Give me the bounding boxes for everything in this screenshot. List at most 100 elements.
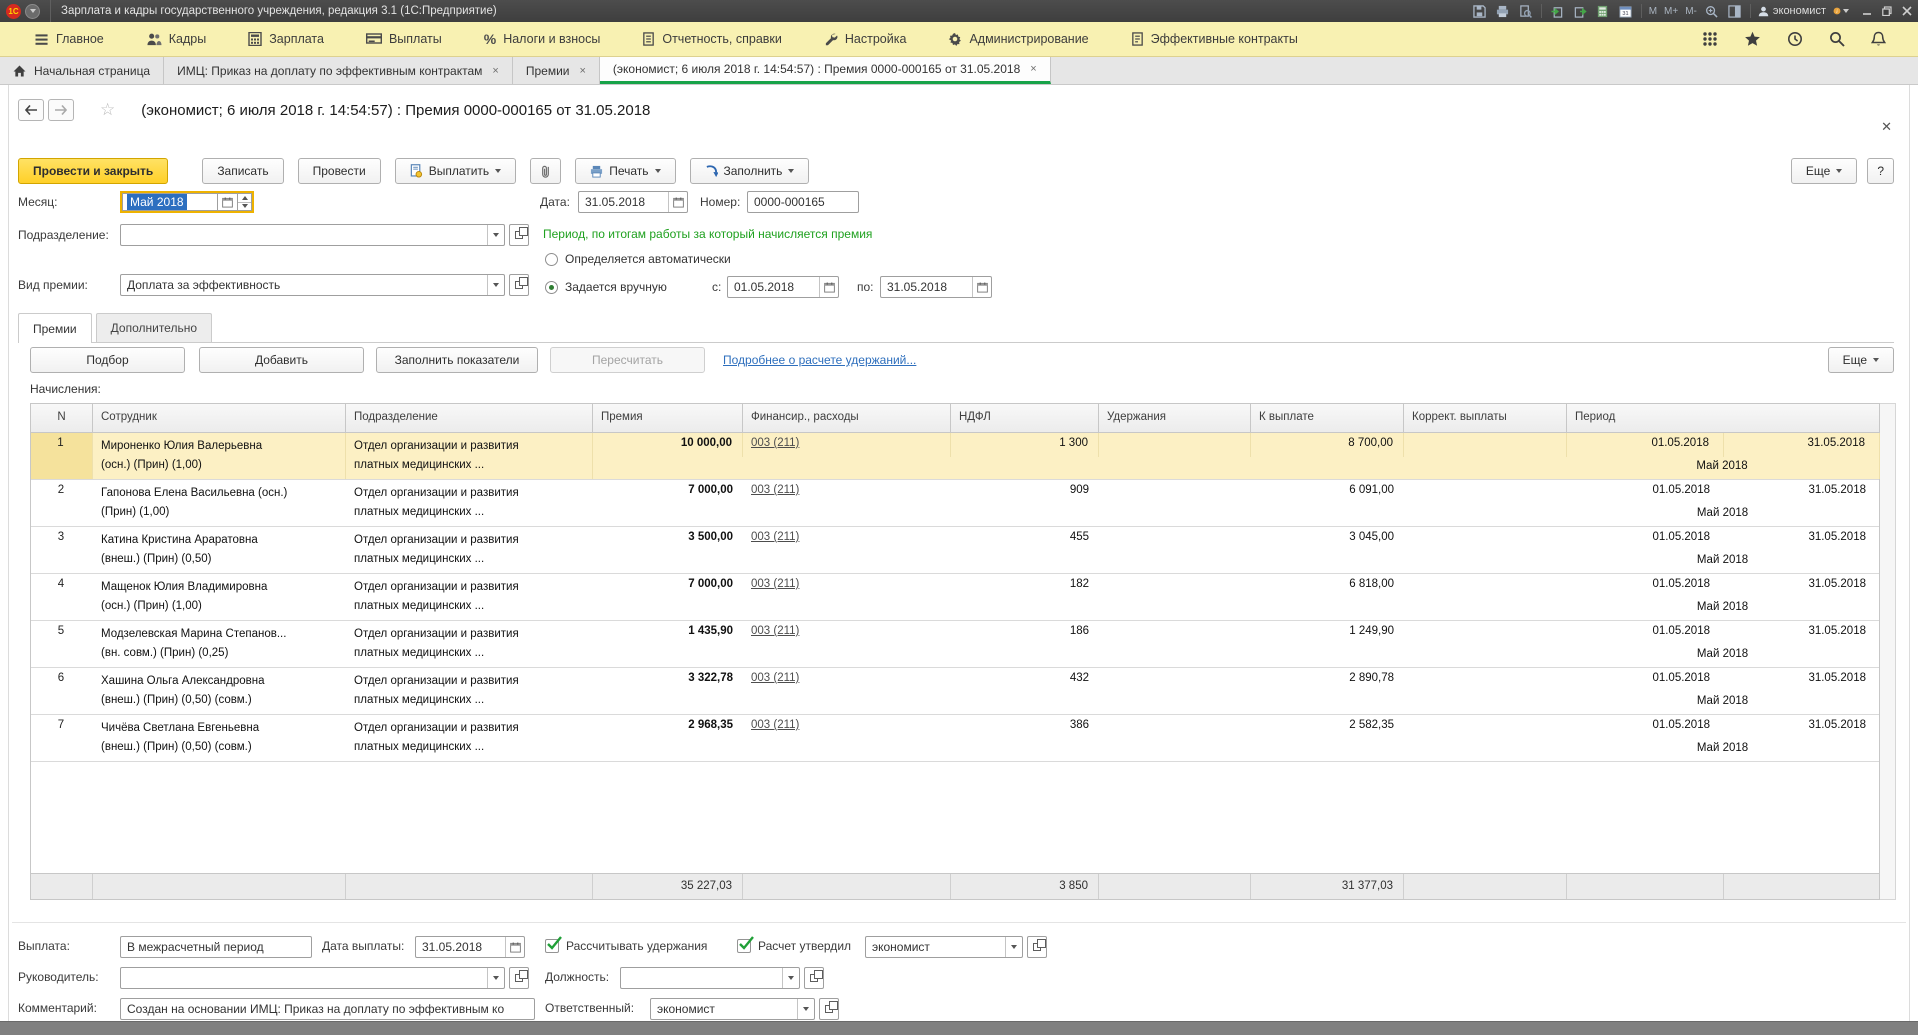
column-header-financing[interactable]: Финансир., расходы [743, 404, 951, 432]
calc-deductions-checkbox[interactable] [545, 939, 559, 953]
cell-period-from[interactable]: 01.05.2018 [1567, 668, 1724, 692]
date-calendar-icon[interactable] [668, 192, 687, 212]
tab-premium-document[interactable]: (экономист; 6 июля 2018 г. 14:54:57) : П… [600, 57, 1051, 84]
financing-link[interactable]: 003 (211) [751, 484, 799, 496]
memory-minus-button[interactable]: M- [1685, 6, 1697, 17]
cell-financing[interactable]: 003 (211) [743, 574, 951, 598]
number-field[interactable]: 0000-000165 [747, 191, 859, 213]
cell-corrections[interactable] [1404, 574, 1567, 598]
cell-financing[interactable]: 003 (211) [743, 433, 951, 457]
calendar-icon[interactable] [819, 277, 838, 297]
responsible-field[interactable]: экономист [650, 998, 815, 1020]
dropdown-icon[interactable] [797, 999, 814, 1019]
calculator-icon[interactable] [1595, 3, 1611, 19]
cell-period-to[interactable]: 31.05.2018 [1724, 621, 1880, 645]
cell-premium[interactable]: 2 968,35 [593, 715, 743, 739]
cell-period-month[interactable]: Май 2018 [1567, 457, 1880, 479]
back-button[interactable] [18, 99, 44, 121]
cell-corrections[interactable] [1404, 621, 1567, 645]
calendar-icon[interactable]: 31 [1618, 3, 1634, 19]
cell-premium[interactable]: 10 000,00 [593, 433, 743, 457]
cell-to-pay[interactable]: 8 700,00 [1251, 433, 1404, 457]
date-field[interactable]: 31.05.2018 [578, 191, 688, 213]
cell-period-month[interactable]: Май 2018 [1567, 692, 1880, 714]
dropdown-icon[interactable] [487, 275, 504, 295]
notifications-icon[interactable] [1871, 31, 1886, 47]
cell-employee[interactable]: Мироненко Юлия Валерьевна(осн.) (Прин) (… [93, 433, 346, 479]
cell-employee[interactable]: Гапонова Елена Васильевна (осн.)(Прин) (… [93, 480, 346, 526]
cell-deductions[interactable] [1099, 480, 1251, 504]
cell-deductions[interactable] [1099, 433, 1251, 457]
cell-department[interactable]: Отдел организации и развитияплатных меди… [346, 621, 593, 667]
department-open-button[interactable] [509, 224, 529, 246]
cell-period-from[interactable]: 01.05.2018 [1567, 480, 1724, 504]
close-tab-icon[interactable]: × [579, 65, 585, 77]
cell-deductions[interactable] [1099, 668, 1251, 692]
cell-ndfl[interactable]: 909 [951, 480, 1099, 504]
menu-item-payments[interactable]: Выплаты [345, 22, 463, 56]
attachments-button[interactable] [530, 158, 561, 184]
cell-to-pay[interactable]: 6 818,00 [1251, 574, 1404, 598]
manager-field[interactable] [120, 967, 505, 989]
financing-link[interactable]: 003 (211) [751, 437, 799, 449]
cell-to-pay[interactable]: 6 091,00 [1251, 480, 1404, 504]
cell-financing[interactable]: 003 (211) [743, 715, 951, 739]
cell-period-from[interactable]: 01.05.2018 [1567, 715, 1724, 739]
search-icon[interactable] [1829, 31, 1845, 47]
close-tab-icon[interactable]: × [1030, 63, 1036, 75]
column-header-premium[interactable]: Премия [593, 404, 743, 432]
table-row[interactable]: 4 Мащенок Юлия Владимировна(осн.) (Прин)… [31, 574, 1879, 621]
column-header-ndfl[interactable]: НДФЛ [951, 404, 1099, 432]
export-icon[interactable] [1572, 3, 1588, 19]
cell-to-pay[interactable]: 1 249,90 [1251, 621, 1404, 645]
cell-period-month[interactable]: Май 2018 [1567, 504, 1880, 526]
column-header-n[interactable]: N [31, 404, 93, 432]
period-auto-radio[interactable]: Определяется автоматически [545, 252, 731, 266]
table-row[interactable]: 6 Хашина Ольга Александровна(внеш.) (При… [31, 668, 1879, 715]
cell-period-from[interactable]: 01.05.2018 [1567, 574, 1724, 598]
cell-to-pay[interactable]: 2 582,35 [1251, 715, 1404, 739]
post-button[interactable]: Провести [298, 158, 381, 184]
cell-deductions[interactable] [1099, 527, 1251, 551]
system-menu-button[interactable] [25, 4, 40, 19]
period-manual-radio[interactable]: Задается вручную [545, 280, 667, 294]
cell-premium[interactable]: 7 000,00 [593, 480, 743, 504]
more-button[interactable]: Еще [1791, 158, 1857, 184]
table-row[interactable]: 7 Чичёва Светлана Евгеньевна(внеш.) (При… [31, 715, 1879, 762]
import-icon[interactable] [1549, 3, 1565, 19]
month-stepper[interactable] [237, 193, 252, 211]
cell-period-to[interactable]: 31.05.2018 [1724, 480, 1880, 504]
cell-corrections[interactable] [1404, 715, 1567, 739]
menu-item-hr[interactable]: Кадры [125, 22, 227, 56]
current-user-button[interactable]: экономист [1758, 5, 1826, 17]
cell-premium[interactable]: 1 435,90 [593, 621, 743, 645]
column-header-deductions[interactable]: Удержания [1099, 404, 1251, 432]
deductions-details-link[interactable]: Подробнее о расчете удержаний... [723, 353, 916, 367]
cell-employee[interactable]: Катина Кристина Араратовна(внеш.) (Прин)… [93, 527, 346, 573]
tab-imc-order[interactable]: ИМЦ: Приказ на доплату по эффективным ко… [164, 57, 513, 84]
financing-link[interactable]: 003 (211) [751, 625, 799, 637]
financing-link[interactable]: 003 (211) [751, 531, 799, 543]
subtab-additional[interactable]: Дополнительно [96, 313, 212, 342]
cell-period-month[interactable]: Май 2018 [1567, 739, 1880, 761]
calendar-icon[interactable] [972, 277, 991, 297]
info-button[interactable]: i [1833, 3, 1849, 19]
cell-ndfl[interactable]: 432 [951, 668, 1099, 692]
manager-open-button[interactable] [509, 967, 529, 989]
dropdown-icon[interactable] [1005, 937, 1022, 957]
menu-item-main[interactable]: Главное [14, 22, 125, 56]
add-button[interactable]: Добавить [199, 347, 364, 373]
restore-button[interactable] [1882, 6, 1892, 16]
cell-employee[interactable]: Чичёва Светлана Евгеньевна(внеш.) (Прин)… [93, 715, 346, 761]
fill-button[interactable]: Заполнить [690, 158, 810, 184]
cell-period-to[interactable]: 31.05.2018 [1724, 527, 1880, 551]
cell-corrections[interactable] [1404, 480, 1567, 504]
approved-checkbox[interactable] [737, 939, 751, 953]
menu-item-administration[interactable]: Администрирование [927, 22, 1109, 56]
cell-corrections[interactable] [1404, 668, 1567, 692]
grid-more-button[interactable]: Еще [1828, 347, 1894, 373]
financing-link[interactable]: 003 (211) [751, 672, 799, 684]
favorites-icon[interactable] [1744, 31, 1761, 47]
cell-ndfl[interactable]: 186 [951, 621, 1099, 645]
cell-department[interactable]: Отдел организации и развитияплатных меди… [346, 480, 593, 526]
